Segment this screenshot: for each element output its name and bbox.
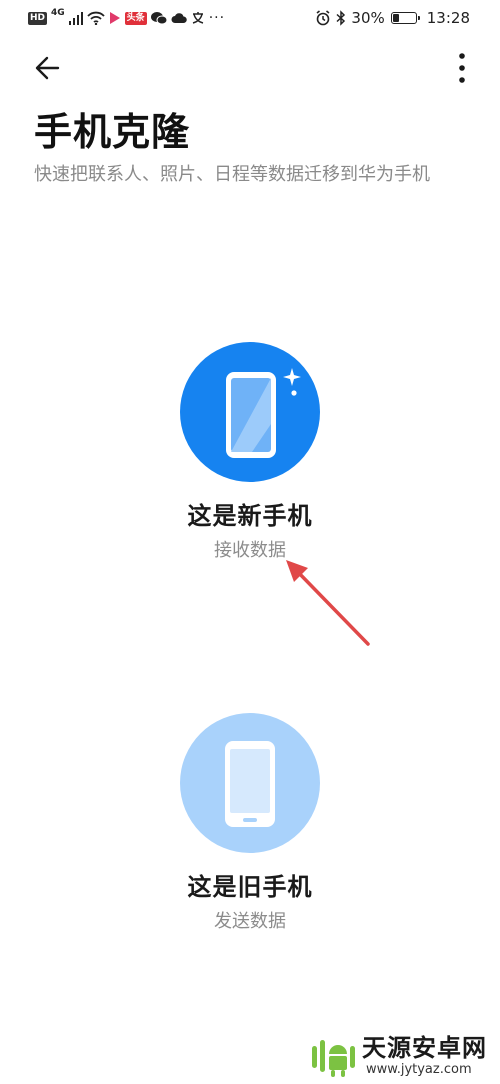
more-vertical-icon xyxy=(459,53,465,83)
toutiao-badge: 头条 xyxy=(124,11,147,25)
old-phone-desc: 发送数据 xyxy=(214,911,286,932)
wechat-icon xyxy=(150,12,167,25)
battery-fill xyxy=(392,14,399,22)
status-bar: HD 4G 头条 ··· 30% 13:28 xyxy=(0,0,500,36)
old-phone-option[interactable]: 这是旧手机 发送数据 xyxy=(150,713,350,935)
signal-icon xyxy=(68,12,83,25)
android-logo-icon xyxy=(312,1040,355,1077)
watermark-url: www.jytyaz.com xyxy=(366,1062,472,1077)
watermark-name: 天源安卓网 xyxy=(362,1034,487,1062)
back-button[interactable] xyxy=(28,48,68,88)
status-right: 30% 13:28 xyxy=(315,8,470,28)
old-phone-circle xyxy=(180,713,320,853)
annotation-arrow-icon xyxy=(286,560,370,646)
hd-badge: HD xyxy=(28,11,48,25)
new-phone-option[interactable]: 这是新手机 接收数据 xyxy=(150,342,350,564)
bluetooth-icon xyxy=(336,10,346,26)
wifi-icon xyxy=(87,11,105,25)
translate-icon xyxy=(192,12,203,24)
battery-icon xyxy=(390,12,420,24)
battery-percent: 30% xyxy=(351,9,385,27)
alarm-icon xyxy=(316,10,330,26)
new-phone-icon xyxy=(226,368,301,458)
page-subtitle: 快速把联系人、照片、日程等数据迁移到华为手机 xyxy=(34,164,430,185)
page-title: 手机克隆 xyxy=(34,110,191,154)
more-notifications-icon: ··· xyxy=(208,10,226,26)
clock: 13:28 xyxy=(426,9,470,27)
network-type-label: 4G xyxy=(51,8,65,18)
cloud-icon xyxy=(171,13,187,23)
watermark-logo: 天源安卓网 www.jytyaz.com xyxy=(308,1032,498,1082)
status-left: HD 4G 头条 ··· xyxy=(28,8,225,28)
more-menu-button[interactable] xyxy=(450,48,474,88)
old-phone-icon xyxy=(225,741,275,827)
old-phone-title: 这是旧手机 xyxy=(187,873,313,901)
new-phone-title: 这是新手机 xyxy=(187,502,313,530)
arrow-left-icon xyxy=(35,56,60,80)
new-phone-circle xyxy=(180,342,320,482)
video-play-icon xyxy=(109,12,120,24)
